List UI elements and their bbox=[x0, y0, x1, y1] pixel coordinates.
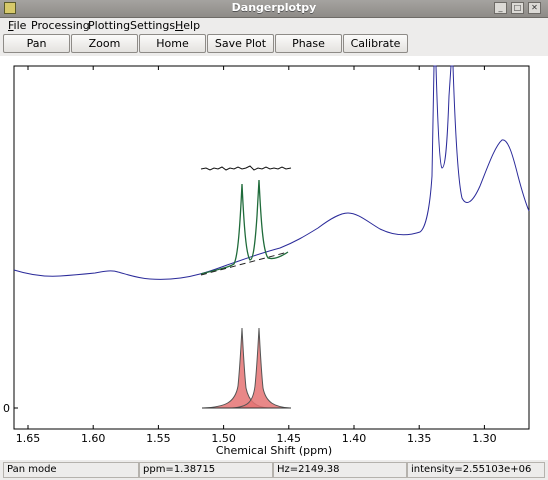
menu-help[interactable]: Help bbox=[175, 19, 200, 32]
phase-button[interactable]: Phase bbox=[275, 34, 342, 53]
close-icon[interactable]: ✕ bbox=[528, 2, 541, 14]
calibrate-button[interactable]: Calibrate bbox=[343, 34, 408, 53]
menu-bar: File Processing Plotting Settings Help bbox=[0, 18, 548, 33]
menu-processing[interactable]: Processing bbox=[31, 19, 90, 32]
status-intensity: intensity=2.55103e+06 bbox=[407, 462, 545, 478]
save-plot-button[interactable]: Save Plot bbox=[207, 34, 274, 53]
status-ppm: ppm=1.38715 bbox=[139, 462, 273, 478]
residual-line bbox=[200, 165, 292, 171]
x-tick-label: 1.35 bbox=[407, 432, 432, 445]
menu-plotting[interactable]: Plotting bbox=[88, 19, 130, 32]
x-tick-label: 1.40 bbox=[342, 432, 367, 445]
title-bar: Dangerplotpy _ □ ✕ bbox=[0, 0, 548, 18]
maximize-icon[interactable]: □ bbox=[511, 2, 524, 14]
status-mode: Pan mode bbox=[3, 462, 139, 478]
toolbar: Pan Zoom Home Save Plot Phase Calibrate bbox=[0, 33, 548, 55]
x-tick-label: 1.65 bbox=[16, 432, 41, 445]
fit-line bbox=[200, 179, 289, 275]
home-button[interactable]: Home bbox=[139, 34, 206, 53]
menu-file[interactable]: File bbox=[8, 19, 26, 32]
x-tick-label: 1.30 bbox=[472, 432, 497, 445]
plot-canvas[interactable]: 1.65 1.60 1.55 1.50 1.45 1.40 1.35 1.30 0 Chemi… bbox=[0, 56, 548, 460]
axes-frame bbox=[13, 65, 530, 430]
minimize-icon[interactable]: _ bbox=[494, 2, 507, 14]
pan-button[interactable]: Pan bbox=[3, 34, 70, 53]
x-tick-label: 1.55 bbox=[146, 432, 171, 445]
zoom-button[interactable]: Zoom bbox=[71, 34, 138, 53]
app-window: Dangerplotpy _ □ ✕ File Processing Plott… bbox=[0, 0, 548, 480]
status-bar: Pan mode ppm=1.38715 Hz=2149.38 intensit… bbox=[0, 461, 548, 480]
y-tick-label: 0 bbox=[3, 402, 10, 415]
x-axis-label: Chemical Shift (ppm) bbox=[216, 444, 332, 457]
window-title: Dangerplotpy bbox=[231, 1, 317, 14]
spectrum-line bbox=[13, 65, 530, 280]
status-hz: Hz=2149.38 bbox=[273, 462, 407, 478]
spectrum-plot[interactable]: 1.65 1.60 1.55 1.50 1.45 1.40 1.35 1.30 0 Chemi… bbox=[0, 56, 548, 460]
menu-settings[interactable]: Settings bbox=[130, 19, 175, 32]
baseline-dashed bbox=[200, 251, 289, 276]
x-tick-label: 1.60 bbox=[81, 432, 106, 445]
